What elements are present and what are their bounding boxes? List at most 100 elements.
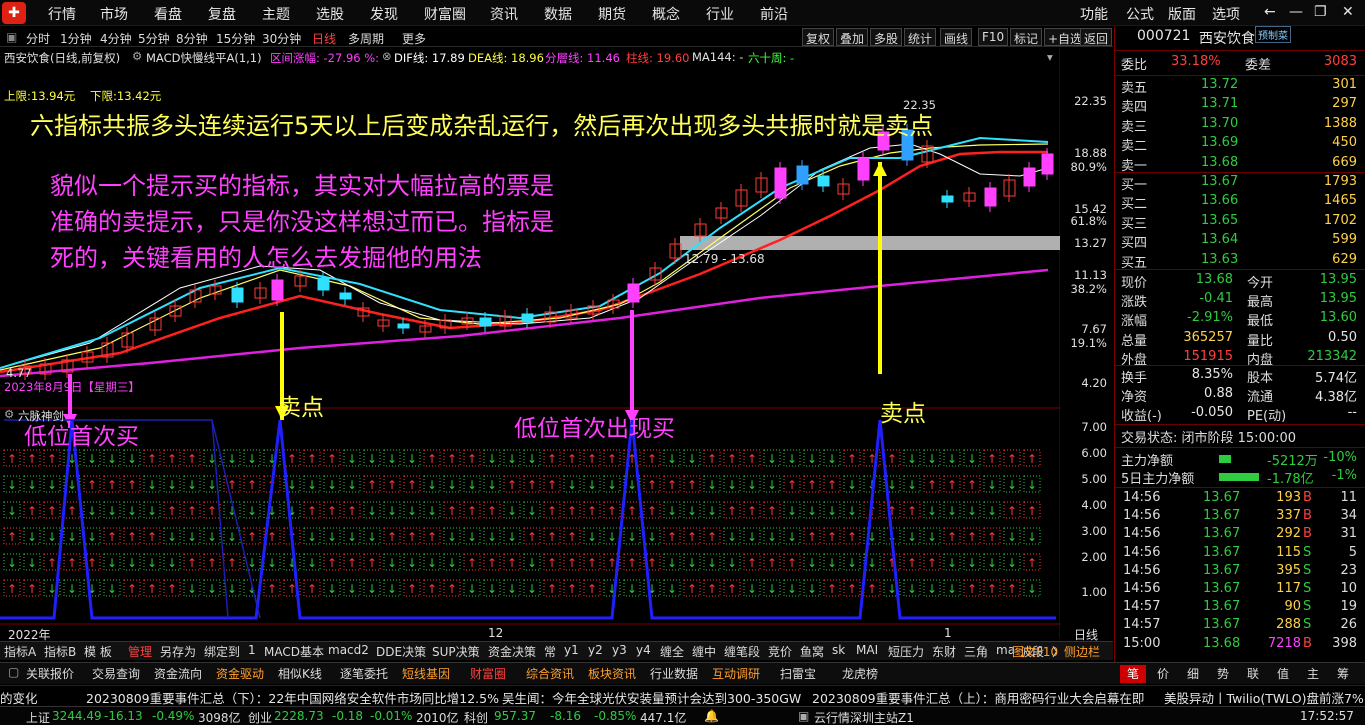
chart-tool-button[interactable]: 复权 <box>802 28 835 46</box>
tick-row[interactable]: 14:56 13.67 117 S 10 <box>1121 581 1361 600</box>
indicator-tab[interactable]: 缠中 <box>692 643 716 660</box>
period-tab[interactable]: 分时 <box>26 30 50 47</box>
indicator-tab[interactable]: macd2 <box>328 643 369 657</box>
side-tab[interactable]: 主 <box>1300 665 1326 683</box>
menu-item[interactable]: 资讯 <box>490 4 518 24</box>
panel-toggle-icon[interactable]: ▣ <box>6 30 17 44</box>
indicator-tab[interactable]: y1 <box>564 643 579 657</box>
period-tab[interactable]: 更多 <box>402 30 426 47</box>
indicator-tab[interactable]: 缠笔段 <box>724 643 760 660</box>
tick-row[interactable]: 14:56 13.67 115 S 5 <box>1121 545 1361 564</box>
chart-tool-button[interactable]: 标记 <box>1010 28 1043 46</box>
sh-index[interactable]: 3244.49 <box>52 709 102 723</box>
side-tab[interactable]: 筹 <box>1330 665 1356 683</box>
tick-row[interactable]: 14:56 13.67 292 B 31 <box>1121 526 1361 545</box>
gear-icon[interactable]: ⚙ <box>4 407 14 421</box>
orderbook-row[interactable]: 买五 13.63 629 <box>1121 252 1361 271</box>
orderbook-row[interactable]: 买一 13.67 1793 <box>1121 174 1361 193</box>
menu-item[interactable]: 财富圈 <box>424 4 466 24</box>
chart-tool-button[interactable]: 多股 <box>870 28 903 46</box>
chart-tool-button[interactable]: 叠加 <box>836 28 869 46</box>
indicator-tab[interactable]: MAI <box>856 643 878 657</box>
chart-tool-button[interactable]: 画线 <box>940 28 973 46</box>
indicator-tab[interactable]: 指标A <box>4 643 36 660</box>
chart-area[interactable]: 西安饮食(日线,前复权) ⚙ MACD快慢线平A(1,1) 区间涨幅: -27.… <box>0 48 1113 648</box>
tick-row[interactable]: 15:00 13.68 7218 B 398 <box>1121 636 1361 655</box>
indicator-tab[interactable]: 常 <box>544 643 556 660</box>
orderbook-row[interactable]: 买二 13.66 1465 <box>1121 193 1361 212</box>
side-tab[interactable]: 势 <box>1210 665 1236 683</box>
indicator-tab[interactable]: y3 <box>612 643 627 657</box>
menu-item[interactable]: 行情 <box>48 4 76 24</box>
indicator-tab[interactable]: 指标B <box>44 643 76 660</box>
chart-tool-button[interactable]: 统计 <box>904 28 937 46</box>
server-name[interactable]: 云行情深圳主站Z1 <box>814 709 914 725</box>
side-tab[interactable]: 值 <box>1270 665 1296 683</box>
function-tab[interactable]: 行业数据 <box>646 665 702 683</box>
indicator-tab[interactable]: y2 <box>588 643 603 657</box>
orderbook-row[interactable]: 买三 13.65 1702 <box>1121 213 1361 232</box>
indicator-tab[interactable]: sk <box>832 643 845 657</box>
checkbox-icon[interactable]: ▢ <box>4 665 23 683</box>
period-tab[interactable]: 日线 <box>312 30 336 47</box>
period-tab[interactable]: 多周期 <box>348 30 384 47</box>
period-tab[interactable]: 4分钟 <box>100 30 132 47</box>
tick-row[interactable]: 14:57 13.67 90 S 19 <box>1121 599 1361 618</box>
news-item[interactable]: 的变化 <box>0 688 38 707</box>
orderbook-row[interactable]: 卖四 13.71 297 <box>1121 96 1361 115</box>
cy-index[interactable]: 2228.73 <box>274 709 324 723</box>
indicator-tab[interactable]: 绑定到 <box>204 643 240 660</box>
minimize-icon[interactable]: — <box>1289 4 1303 20</box>
menu-item[interactable]: 前沿 <box>760 4 788 24</box>
function-tab[interactable]: 逐笔委托 <box>336 665 392 683</box>
news-item[interactable]: 美股异动丨Twilio(TWLO)盘前涨7% C <box>1164 688 1365 707</box>
menu-item[interactable]: 期货 <box>598 4 626 24</box>
side-tab[interactable]: 细 <box>1180 665 1206 683</box>
menu-item[interactable]: 行业 <box>706 4 734 24</box>
news-item[interactable]: 20230809重要事件汇总（上）：商用密码行业大会启幕在即 <box>812 688 1144 707</box>
function-tab[interactable]: 财富圈 <box>466 665 510 683</box>
menu-right-item[interactable]: 选项 <box>1212 4 1240 24</box>
tick-row[interactable]: 14:57 13.67 288 S 26 <box>1121 617 1361 636</box>
function-tab[interactable]: 交易查询 <box>88 665 144 683</box>
chart-tool-button[interactable]: 返回 <box>1080 28 1113 46</box>
indicator-tab[interactable]: SUP决策 <box>432 643 480 660</box>
concept-badge[interactable]: 预制菜 <box>1255 26 1291 43</box>
indicator-tab[interactable]: 鱼窝 <box>800 643 824 660</box>
maximize-icon[interactable]: ❐ <box>1314 4 1327 20</box>
function-tab[interactable]: 关联报价 <box>22 665 78 683</box>
indicator-tab[interactable]: y4 <box>636 643 651 657</box>
alert-icon[interactable]: 🔔 <box>704 709 719 723</box>
period-tab[interactable]: 30分钟 <box>262 30 301 47</box>
menu-item[interactable]: 复盘 <box>208 4 236 24</box>
news-item[interactable]: 20230809重要事件汇总（下）：22年中国网络安全软件市场同比增12.5% <box>86 688 499 707</box>
function-tab[interactable]: 互动调研 <box>708 665 764 683</box>
indicator-tab[interactable]: 模 板 <box>84 643 112 660</box>
tick-row[interactable]: 14:56 13.67 337 B 34 <box>1121 508 1361 527</box>
function-tab[interactable]: 扫雷宝 <box>776 665 820 683</box>
capital-flow-row[interactable]: 5日主力净额 -1.78亿 -1% <box>1121 468 1361 487</box>
menu-item[interactable]: 选股 <box>316 4 344 24</box>
menu-item[interactable]: 市场 <box>100 4 128 24</box>
indicator-tab[interactable]: 1 <box>248 643 256 657</box>
indicator-tab[interactable]: 侧边栏 <box>1064 643 1100 660</box>
indicator-tab[interactable]: 短压力 <box>888 643 924 660</box>
orderbook-row[interactable]: 卖五 13.72 301 <box>1121 77 1361 96</box>
menu-item[interactable]: 数据 <box>544 4 572 24</box>
function-tab[interactable]: 资金流向 <box>150 665 206 683</box>
side-tab[interactable]: 价 <box>1150 665 1176 683</box>
indicator-tab[interactable]: 管理 <box>128 643 152 660</box>
kc-index[interactable]: 957.37 <box>494 709 536 723</box>
app-logo-icon[interactable]: ✚ <box>2 2 26 24</box>
indicator-tab[interactable]: 东财 <box>932 643 956 660</box>
function-tab[interactable]: 资金驱动 <box>212 665 268 683</box>
orderbook-row[interactable]: 卖一 13.68 669 <box>1121 155 1361 174</box>
period-tab[interactable]: 15分钟 <box>216 30 255 47</box>
capital-flow-row[interactable]: 主力净额 -5212万 -10% <box>1121 450 1361 469</box>
tick-row[interactable]: 14:56 13.67 395 S 23 <box>1121 563 1361 582</box>
indicator-tab[interactable]: DDE决策 <box>376 643 426 660</box>
function-tab[interactable]: 相似K线 <box>274 665 326 683</box>
menu-item[interactable]: 主题 <box>262 4 290 24</box>
news-item[interactable]: 吴生闻：今年全球光伏安装量预计会达到300-350GW <box>502 688 801 707</box>
menu-item[interactable]: 发现 <box>370 4 398 24</box>
